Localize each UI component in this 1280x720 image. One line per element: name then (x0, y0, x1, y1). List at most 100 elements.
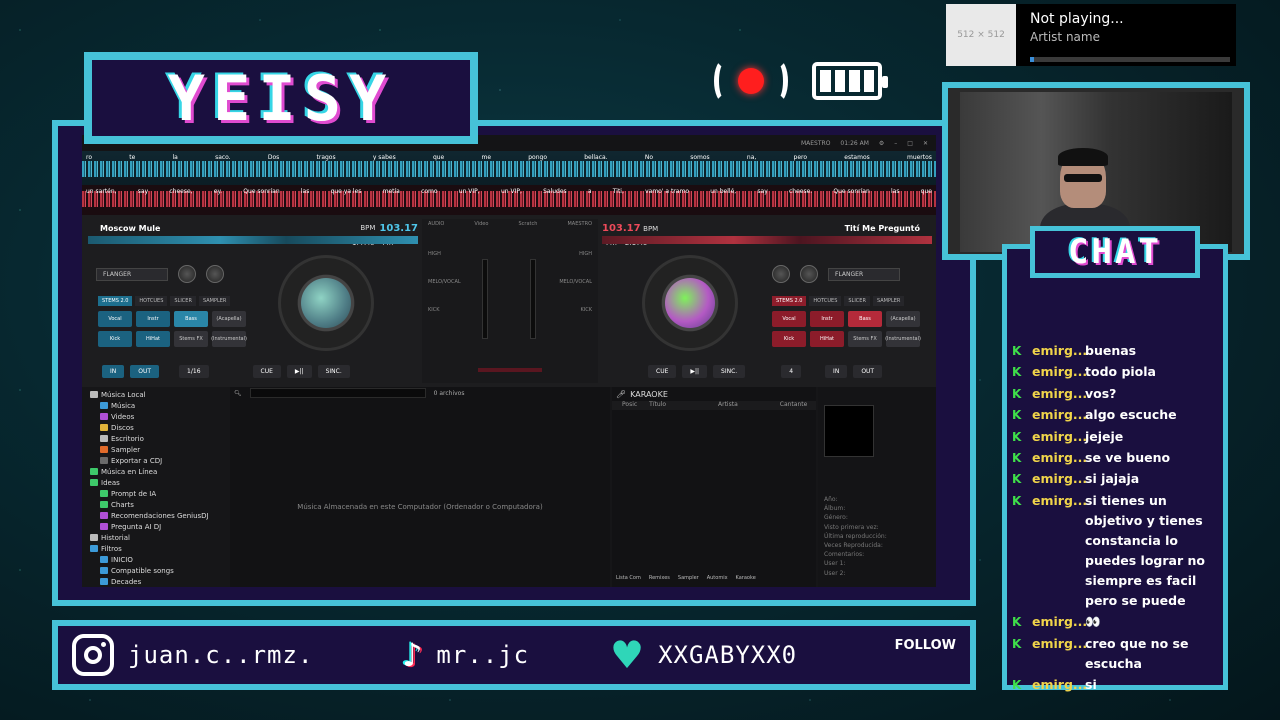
pad-tab[interactable]: SLICER (170, 296, 196, 306)
column-header[interactable]: Artista (718, 401, 738, 410)
tree-item[interactable]: Música (90, 400, 230, 411)
sync-button[interactable]: SINC. (713, 365, 746, 378)
pad-button[interactable]: HiHat (136, 331, 170, 347)
pad-button[interactable]: Instr (136, 311, 170, 327)
mixer-tab[interactable]: AUDIO (428, 221, 444, 227)
tree-item[interactable]: Música Local (90, 389, 230, 400)
pad-button[interactable]: (Instrumental) (885, 331, 921, 347)
pad-button[interactable]: Stems FX (174, 331, 208, 347)
pad-tab[interactable]: SAMPLER (872, 296, 905, 306)
mixer-tab[interactable]: Scratch (518, 221, 537, 227)
column-header[interactable]: Título (649, 401, 666, 410)
settings-icon[interactable]: ⚙ (879, 140, 884, 147)
jog-wheel-right[interactable] (642, 255, 738, 351)
loop-in-button[interactable]: IN (825, 365, 848, 378)
waveform-deck-b[interactable]: un sartén, say cheese, ey. Que sonrían las que… (82, 185, 936, 215)
sideview-tab[interactable]: Karaoke (736, 575, 756, 585)
tree-item-label: Prompt de IA (111, 489, 157, 498)
tree-item[interactable]: Prompt de IA (90, 488, 230, 499)
pad-button[interactable]: Bass (174, 311, 208, 327)
deck-left-fx-knob[interactable] (206, 265, 224, 283)
pad-button[interactable]: (Acapella) (212, 311, 246, 327)
deck-right-fx-select[interactable]: FLANGER (828, 267, 900, 281)
pad-tab[interactable]: STEMS 2.0 (772, 296, 807, 306)
pad-button[interactable]: (Instrumental) (211, 331, 247, 347)
tree-item[interactable]: Compatible songs (90, 565, 230, 576)
tree-item[interactable]: Música en Línea (90, 466, 230, 477)
tree-item[interactable]: Escritorio (90, 433, 230, 444)
deck-right-fx-knob[interactable] (800, 265, 818, 283)
cue-button[interactable]: CUE (252, 365, 281, 378)
tree-item[interactable]: Charts (90, 499, 230, 510)
waveform-deck-a[interactable]: ro te la saco. Dos tragos y sabes que me pongo bel… (82, 151, 936, 185)
eq-label: HIGH (579, 251, 592, 257)
deck-left-fx-knob[interactable] (178, 265, 196, 283)
column-header[interactable]: Posic (622, 401, 637, 410)
pad-tab[interactable]: HOTCUES (809, 296, 842, 306)
crossfader[interactable] (478, 368, 542, 372)
tree-item[interactable]: Filtros (90, 543, 230, 554)
pad-button[interactable]: Kick (98, 331, 132, 347)
column-header[interactable]: Cantante (780, 401, 808, 410)
search-icon[interactable]: 🔍︎ (234, 390, 242, 397)
maximize-icon[interactable]: □ (907, 140, 913, 147)
lyric-word: ey. (213, 188, 223, 195)
mixer-eq-labels-2: MELO/VOCAL MELO/VOCAL (422, 277, 598, 287)
jog-wheel-left[interactable] (278, 255, 374, 351)
pad-button[interactable]: Vocal (98, 311, 132, 327)
play-pause-button[interactable]: ▶|| (682, 365, 708, 378)
channel-fader-right[interactable] (530, 259, 536, 339)
tree-item-label: Exportar a CDJ (111, 456, 163, 465)
sideview-tab[interactable]: Remixes (649, 575, 670, 585)
sideview-tab[interactable]: Lista Com (616, 575, 641, 585)
deck-right-fx-knob[interactable] (772, 265, 790, 283)
cue-button[interactable]: CUE (648, 365, 677, 378)
tree-item[interactable]: Decades (90, 576, 230, 587)
tree-item[interactable]: Historial (90, 532, 230, 543)
play-pause-button[interactable]: ▶|| (286, 365, 312, 378)
pad-button[interactable]: Stems FX (848, 331, 882, 347)
pad-tab[interactable]: HOTCUES (135, 296, 168, 306)
pad-button[interactable]: Bass (848, 311, 882, 327)
loop-out-button[interactable]: OUT (130, 365, 160, 378)
pad-button[interactable]: Kick (772, 331, 806, 347)
mixer-tab[interactable]: MAESTRO (567, 221, 592, 227)
pad-tab[interactable]: STEMS 2.0 (98, 296, 133, 306)
close-icon[interactable]: ✕ (923, 140, 928, 147)
pad-button[interactable]: HiHat (810, 331, 844, 347)
tree-item[interactable]: Exportar a CDJ (90, 455, 230, 466)
pad-button[interactable]: Vocal (772, 311, 806, 327)
tree-item[interactable]: Recomendaciones GeniusDJ (90, 510, 230, 521)
channel-fader-left[interactable] (482, 259, 488, 339)
deck-right-overview-wave[interactable] (602, 236, 932, 244)
info-field: User 2: (824, 569, 846, 577)
lyrics-line-top: ro te la saco. Dos tragos y sabes que me pongo bel… (82, 154, 936, 161)
loop-in-button[interactable]: IN (102, 365, 125, 378)
loop-size[interactable]: 1/16 (179, 365, 209, 378)
tree-item[interactable]: Discos (90, 422, 230, 433)
sideview-tab[interactable]: Sampler (678, 575, 699, 585)
search-input[interactable] (249, 388, 426, 398)
deck-left-overview-wave[interactable] (88, 236, 418, 244)
tree-item[interactable]: Videos (90, 411, 230, 422)
pad-tab[interactable]: SLICER (844, 296, 870, 306)
deck-left-fx-select[interactable]: FLANGER (96, 267, 168, 281)
tree-item[interactable]: INICIO (90, 554, 230, 565)
loop-out-button[interactable]: OUT (853, 365, 883, 378)
pad-tab[interactable]: SAMPLER (198, 296, 231, 306)
lyric-word: estamos (844, 154, 870, 161)
tree-item[interactable]: Sampler (90, 444, 230, 455)
loop-size[interactable]: 4 (781, 365, 802, 378)
dj-maestro-label: MAESTRO (800, 139, 831, 147)
mixer-tab[interactable]: Video (474, 221, 488, 227)
pad-button[interactable]: Instr (810, 311, 844, 327)
waveform-lane-a (82, 161, 936, 177)
sideview-tab[interactable]: Automix (707, 575, 728, 585)
pad-button[interactable]: (Acapella) (886, 311, 920, 327)
minimize-icon[interactable]: – (894, 140, 897, 147)
tree-item[interactable]: Pregunta AI DJ (90, 521, 230, 532)
sync-button[interactable]: SINC. (317, 365, 350, 378)
tree-item[interactable]: Ideas (90, 477, 230, 488)
album-art-left (300, 277, 352, 329)
decades-icon (100, 578, 108, 585)
